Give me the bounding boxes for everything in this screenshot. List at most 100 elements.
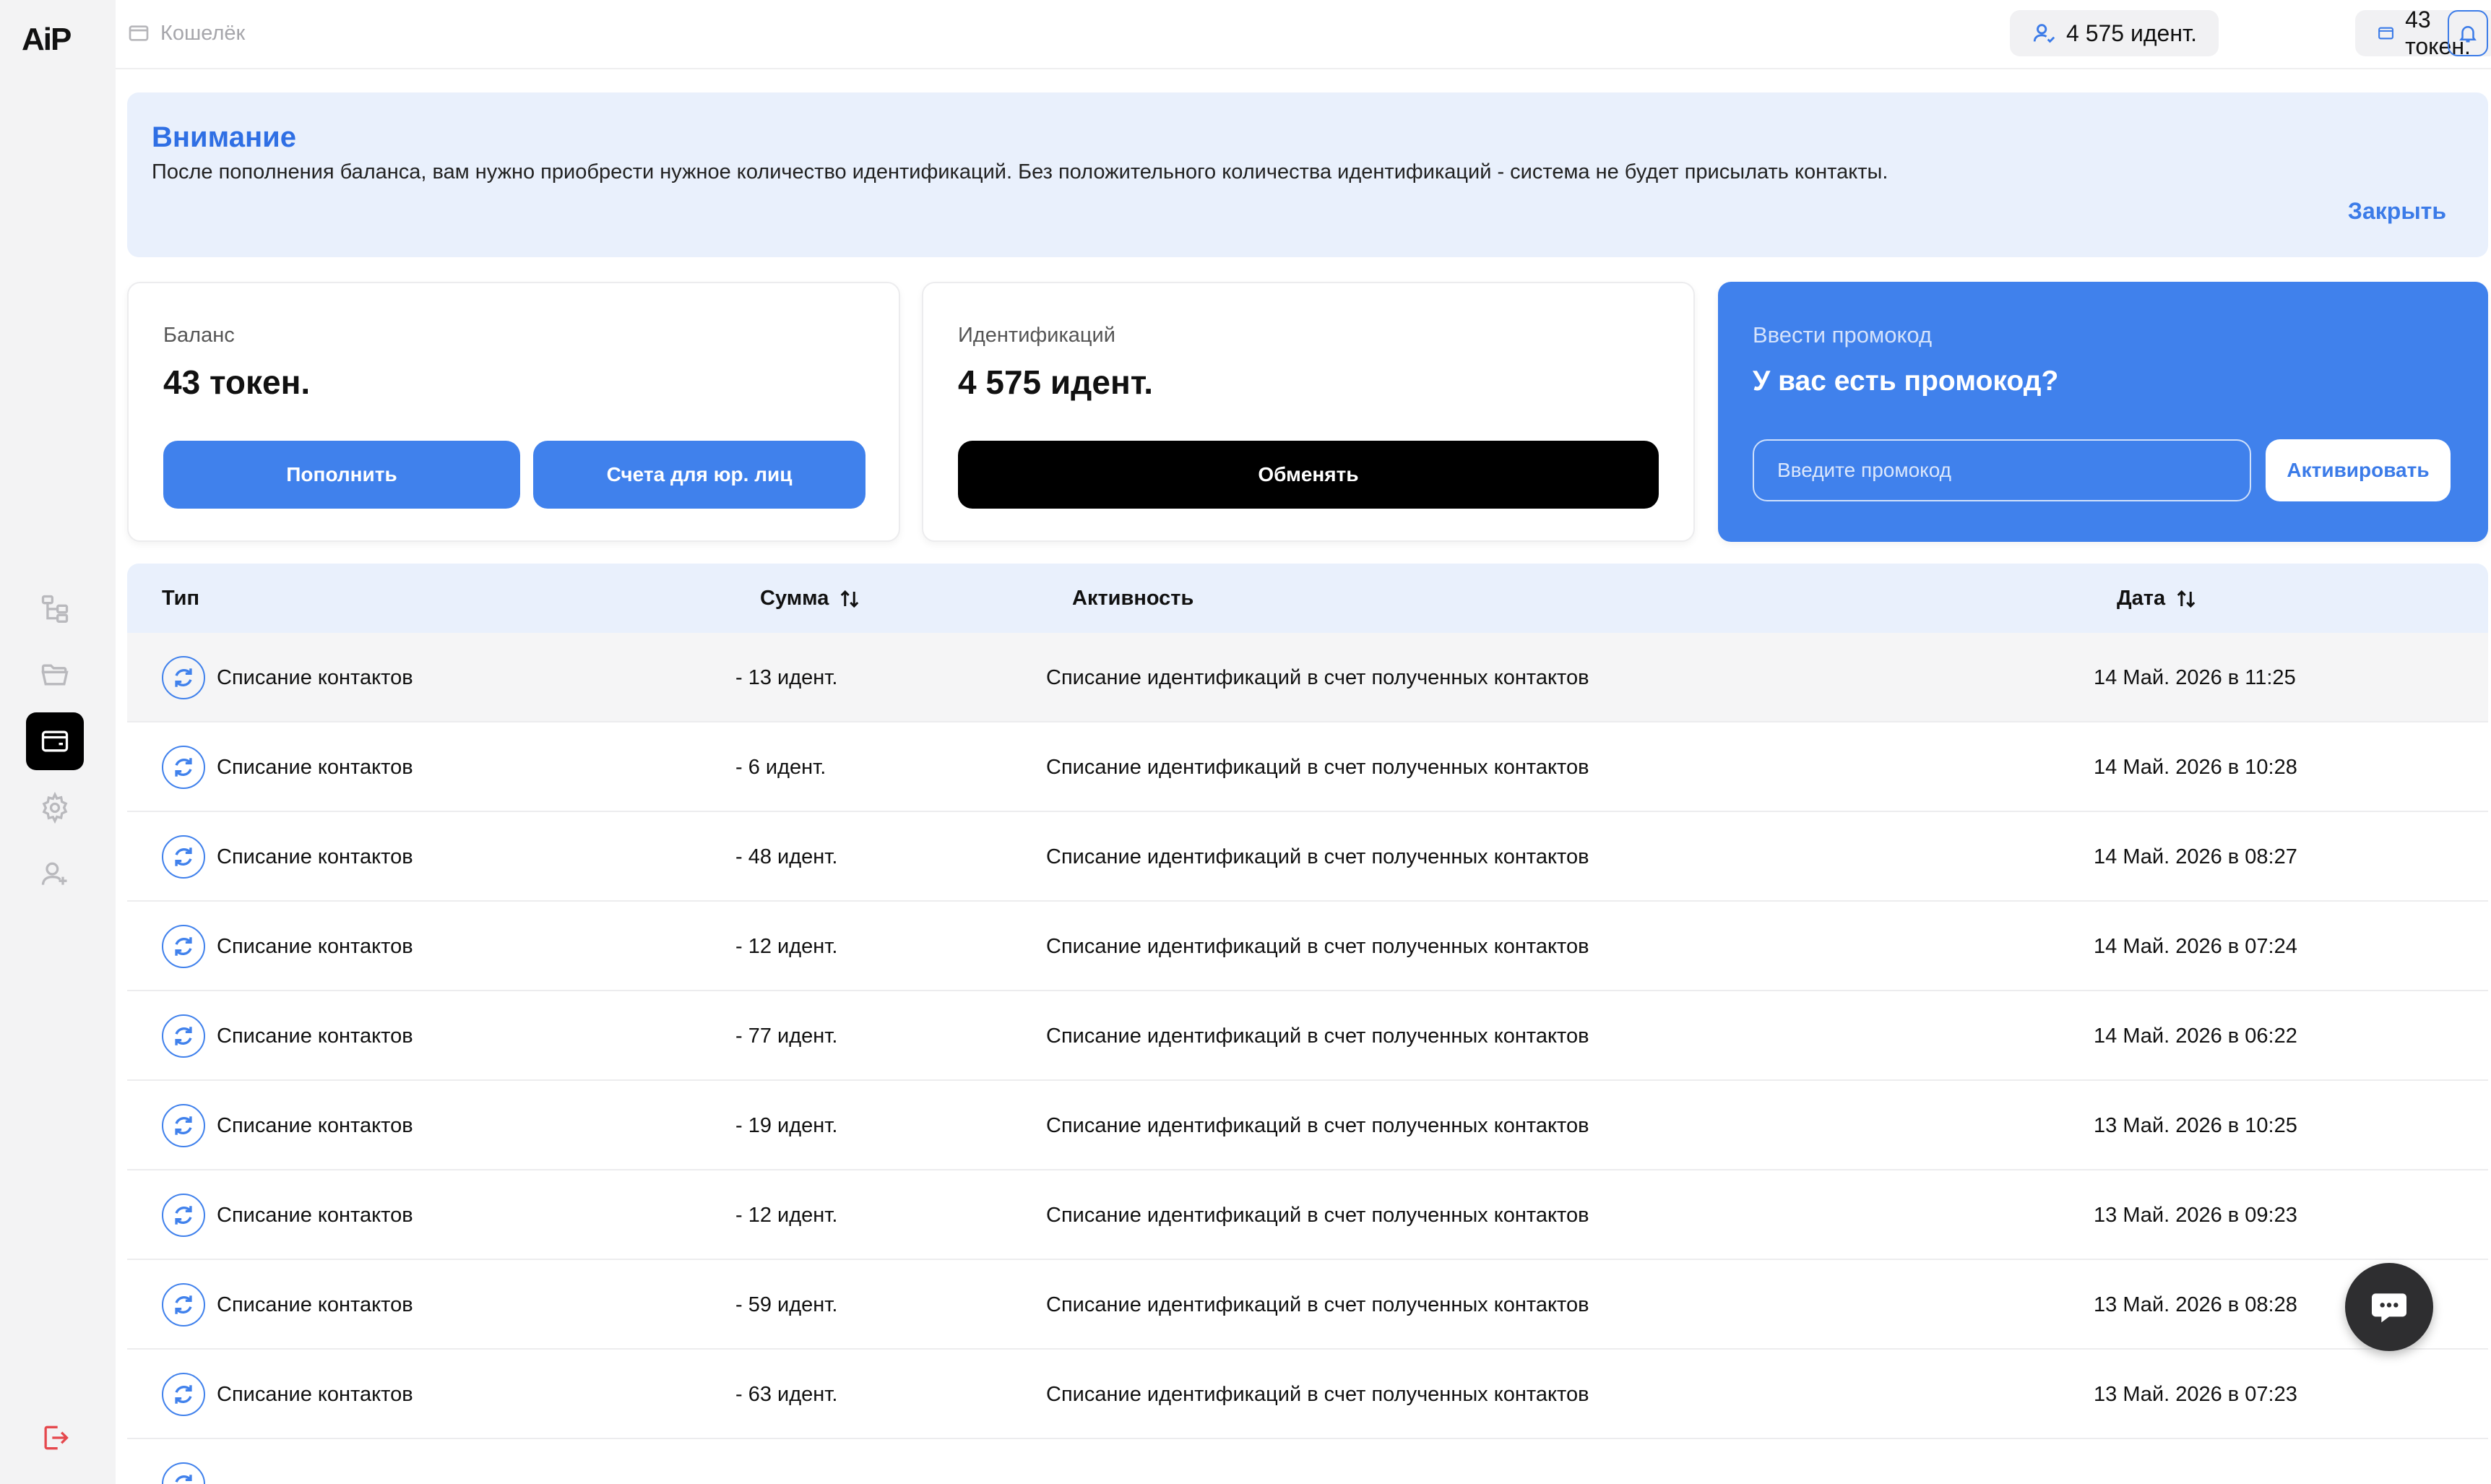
type-cell	[162, 1439, 217, 1484]
nav-wallet[interactable]	[26, 712, 84, 770]
date-cell: 13 Май. 2026 в 10:25	[2094, 1113, 2297, 1137]
table-row[interactable]: Списание контактов - 12 идент. Списание ид…	[127, 902, 2488, 991]
date-cell: 14 Май. 2026 в 07:24	[2094, 934, 2297, 958]
legal-invoices-button[interactable]: Счета для юр. лиц	[533, 441, 865, 509]
notice-title: Внимание	[152, 121, 296, 153]
activity-cell: Списание идентификаций в счет полученных…	[1046, 1382, 1589, 1406]
amount-cell: - 59 идент.	[735, 1293, 838, 1316]
table-row[interactable]: Списание контактов - 48 идент. Списание ид…	[127, 812, 2488, 902]
balance-value: 43 токен.	[163, 363, 311, 401]
balance-card: Баланс 43 токен. Пополнить Счета для юр.…	[127, 282, 900, 542]
refresh-icon	[162, 925, 205, 968]
type-label: Списание контактов	[217, 1382, 413, 1406]
topbar: Кошелёк 4 575 идент. 43 токен.	[116, 0, 2491, 69]
breadcrumb: Кошелёк	[127, 19, 245, 48]
balance-label: Баланс	[163, 324, 235, 347]
table-row[interactable]: Списание контактов - 63 идент. Списание ид…	[127, 1350, 2488, 1439]
type-label: Списание контактов	[217, 1024, 413, 1048]
sidebar: AiP	[0, 0, 116, 1484]
refresh-icon	[162, 835, 205, 879]
date-cell: 14 Май. 2026 в 08:27	[2094, 845, 2297, 868]
amount-cell: - 12 идент.	[735, 1203, 838, 1227]
type-label: Списание контактов	[217, 1203, 413, 1227]
activity-cell: Списание идентификаций в счет полученных…	[1046, 1203, 1589, 1227]
amount-cell: - 19 идент.	[735, 1113, 838, 1137]
nav-settings[interactable]	[26, 779, 84, 837]
nav-logout[interactable]	[26, 1409, 84, 1467]
type-label: Списание контактов	[217, 845, 413, 868]
identifications-value: 4 575 идент.	[958, 363, 1154, 401]
activity-cell: Списание идентификаций в счет полученных…	[1046, 934, 1589, 958]
identifications-label: Идентификаций	[958, 324, 1115, 347]
support-chat-button[interactable]	[2345, 1263, 2433, 1351]
type-cell: Списание контактов	[162, 1081, 413, 1170]
type-cell: Списание контактов	[162, 633, 413, 722]
table-row-partial	[127, 1439, 2488, 1484]
type-label: Списание контактов	[217, 934, 413, 958]
refresh-icon	[162, 656, 205, 699]
refresh-icon	[162, 1104, 205, 1147]
type-label: Списание контактов	[217, 1113, 413, 1137]
table-header: Тип Сумма Активность Дата	[127, 564, 2488, 633]
wallet-icon	[41, 730, 69, 752]
user-icon	[2033, 24, 2055, 43]
promo-label: Ввести промокод	[1753, 322, 1933, 348]
nav-folder[interactable]	[26, 646, 84, 704]
add-user-icon	[41, 862, 67, 885]
nav-add-user[interactable]	[26, 845, 84, 903]
transactions-table: Тип Сумма Активность Дата Списание конта…	[127, 564, 2488, 1484]
promo-card: Ввести промокод У вас есть промокод? Акт…	[1718, 282, 2488, 542]
type-cell: Списание контактов	[162, 991, 413, 1081]
amount-cell: - 12 идент.	[735, 934, 838, 958]
activity-cell: Списание идентификаций в счет полученных…	[1046, 665, 1589, 689]
notice-close-link[interactable]: Закрыть	[2348, 198, 2446, 225]
amount-cell: - 63 идент.	[735, 1382, 838, 1406]
table-row[interactable]: Списание контактов - 59 идент. Списание ид…	[127, 1260, 2488, 1350]
ident-balance-pill[interactable]: 4 575 идент.	[2010, 10, 2219, 56]
activate-promo-button[interactable]: Активировать	[2266, 439, 2451, 501]
attention-notice: Внимание После пополнения баланса, вам н…	[127, 92, 2488, 257]
table-row[interactable]: Списание контактов - 77 идент. Списание ид…	[127, 991, 2488, 1081]
activity-cell: Списание идентификаций в счет полученных…	[1046, 755, 1589, 779]
column-date[interactable]: Дата	[2117, 587, 2197, 611]
type-cell: Списание контактов	[162, 812, 413, 902]
notifications-button[interactable]	[2448, 10, 2488, 56]
topup-button[interactable]: Пополнить	[163, 441, 520, 509]
table-row[interactable]: Списание контактов - 6 идент. Списание иде…	[127, 722, 2488, 812]
app-root: AiP Кошелёк 4 575 идент. 43 токен. Внима…	[0, 0, 2491, 1484]
sort-icon[interactable]	[839, 588, 860, 610]
nav-hierarchy[interactable]	[26, 579, 84, 637]
amount-cell: - 6 идент.	[735, 755, 826, 779]
notice-text: После пополнения баланса, вам нужно прио…	[152, 160, 1888, 184]
logout-icon	[44, 1425, 69, 1450]
column-amount[interactable]: Сумма	[760, 587, 860, 611]
date-cell: 13 Май. 2026 в 07:23	[2094, 1382, 2297, 1406]
sort-icon[interactable]	[2175, 588, 2197, 610]
ident-balance-label: 4 575 идент.	[2066, 20, 2197, 46]
folder-icon	[41, 664, 69, 686]
chat-icon	[2372, 1293, 2406, 1323]
date-cell: 13 Май. 2026 в 09:23	[2094, 1203, 2297, 1227]
identifications-card: Идентификаций 4 575 идент. Обменять	[922, 282, 1695, 542]
column-type-label: Тип	[162, 587, 199, 610]
promo-code-input[interactable]	[1753, 439, 2251, 501]
type-label: Списание контактов	[217, 665, 413, 689]
refresh-icon	[162, 1462, 205, 1484]
amount-cell: - 48 идент.	[735, 845, 838, 868]
bell-icon	[2459, 26, 2477, 43]
table-row[interactable]: Списание контактов - 19 идент. Списание ид…	[127, 1081, 2488, 1170]
wallet-icon	[129, 25, 149, 41]
amount-cell: - 13 идент.	[735, 665, 838, 689]
refresh-icon	[162, 746, 205, 789]
activity-cell: Списание идентификаций в счет полученных…	[1046, 1293, 1589, 1316]
type-label: Списание контактов	[217, 1293, 413, 1316]
gear-icon	[42, 792, 68, 824]
activity-cell: Списание идентификаций в счет полученных…	[1046, 1024, 1589, 1048]
table-row[interactable]: Списание контактов - 13 идент. Списание ид…	[127, 633, 2488, 722]
column-date-label: Дата	[2117, 587, 2166, 610]
exchange-button[interactable]: Обменять	[958, 441, 1659, 509]
date-cell: 13 Май. 2026 в 08:28	[2094, 1293, 2297, 1316]
type-cell: Списание контактов	[162, 1170, 413, 1260]
table-row[interactable]: Списание контактов - 12 идент. Списание ид…	[127, 1170, 2488, 1260]
app-logo[interactable]: AiP	[22, 22, 94, 65]
